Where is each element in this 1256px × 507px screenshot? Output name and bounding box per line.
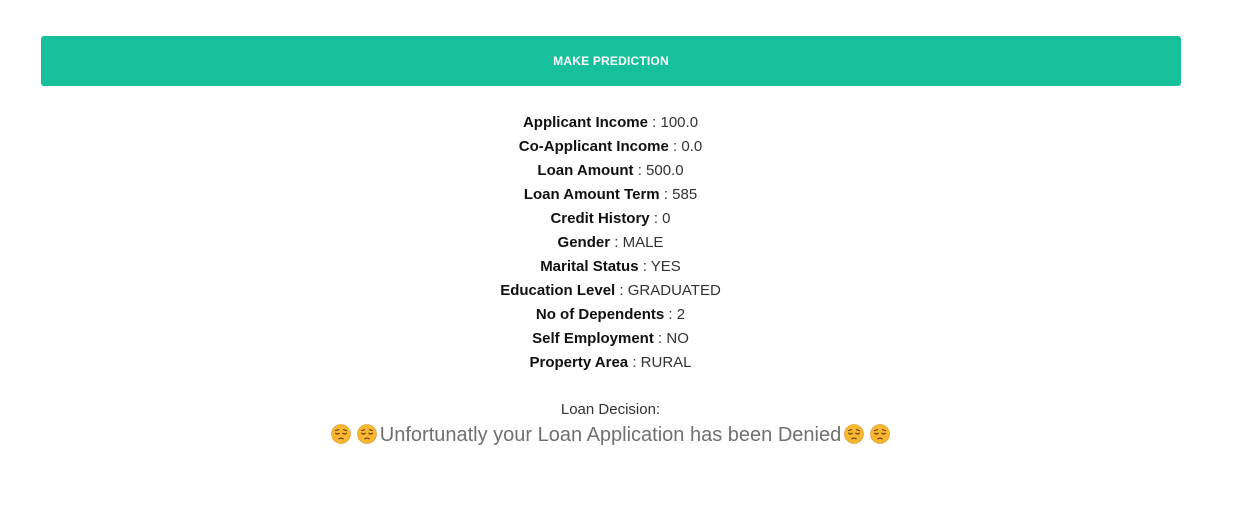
detail-separator: : — [668, 306, 673, 323]
detail-row-gender: Gender : MALE — [0, 231, 1221, 255]
make-prediction-button[interactable]: MAKE PREDICTION — [41, 36, 1181, 86]
detail-row-loan-amount: Loan Amount : 500.0 — [0, 159, 1221, 183]
loan-decision-label: Loan Decision: — [560, 401, 661, 418]
detail-row-loan-amount-term: Loan Amount Term : 585 — [0, 183, 1221, 207]
detail-row-property-area: Property Area : RURAL — [0, 351, 1221, 375]
detail-separator: : — [658, 330, 663, 347]
detail-row-marital-status: Marital Status : YES — [0, 255, 1221, 279]
detail-label: Gender — [557, 234, 611, 251]
detail-label: No of Dependents — [535, 306, 665, 323]
detail-row-education-level: Education Level : GRADUATED — [0, 279, 1221, 303]
detail-separator: : — [619, 282, 624, 299]
detail-value: YES — [650, 258, 681, 275]
detail-value: 500.0 — [646, 162, 684, 179]
detail-value: 2 — [676, 306, 686, 323]
detail-separator: : — [672, 138, 678, 155]
detail-label: Marital Status — [540, 258, 639, 275]
detail-value: MALE — [622, 234, 664, 251]
detail-label: Loan Amount — [537, 162, 634, 179]
detail-separator: : — [663, 186, 668, 203]
prediction-details: Applicant Income : 100.0 Co-Applicant In… — [0, 111, 1221, 375]
detail-label: Applicant Income — [522, 114, 648, 131]
detail-value: NO — [666, 330, 689, 347]
detail-label: Credit History — [550, 210, 650, 227]
detail-row-credit-history: Credit History : 0 — [0, 207, 1221, 231]
detail-separator: : — [637, 162, 642, 179]
detail-separator: : — [652, 114, 657, 131]
detail-value: GRADUATED — [627, 282, 721, 299]
detail-row-no-of-dependents: No of Dependents : 2 — [0, 303, 1221, 327]
pensive-face-icon — [356, 424, 377, 444]
detail-row-applicant-income: Applicant Income : 100.0 — [0, 111, 1221, 135]
detail-value: 0 — [662, 210, 671, 227]
detail-label: Co-Applicant Income — [518, 138, 669, 155]
loan-decision-message: Unfortunatly your Loan Application has b… — [0, 420, 1221, 450]
detail-separator: : — [614, 234, 619, 251]
detail-separator: : — [642, 258, 647, 275]
detail-value: 100.0 — [660, 114, 699, 131]
detail-value: RURAL — [640, 354, 692, 371]
detail-value: 585 — [672, 186, 698, 203]
detail-value: 0.0 — [681, 138, 703, 155]
detail-label: Loan Amount Term — [523, 186, 660, 203]
pensive-face-icon — [844, 424, 865, 444]
pensive-face-icon — [870, 424, 891, 444]
detail-separator: : — [653, 210, 658, 227]
loan-decision-text: Unfortunatly your Loan Application has b… — [379, 424, 842, 446]
detail-label: Self Employment — [532, 330, 654, 347]
detail-separator: : — [632, 354, 637, 371]
detail-label: Education Level — [500, 282, 616, 299]
detail-label: Property Area — [529, 354, 629, 371]
detail-row-self-employment: Self Employment : NO — [0, 327, 1221, 351]
detail-row-co-applicant-income: Co-Applicant Income : 0.0 — [0, 135, 1221, 159]
pensive-face-icon — [330, 424, 351, 444]
